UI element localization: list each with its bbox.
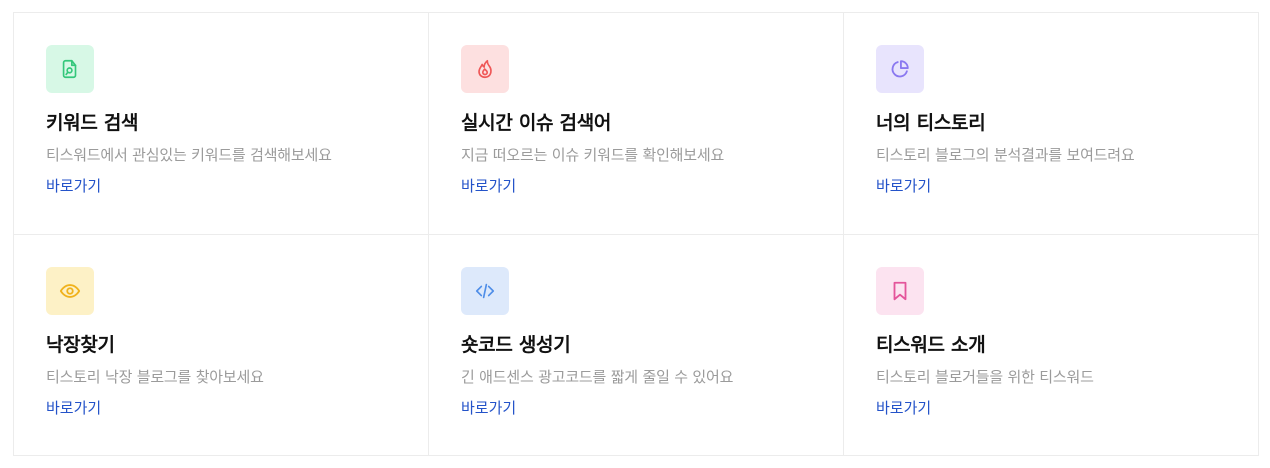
shortcut-link[interactable]: 바로가기 — [46, 398, 101, 418]
card-title: 숏코드 생성기 — [461, 334, 571, 356]
icon-box — [876, 45, 924, 93]
card-title: 티스워드 소개 — [876, 334, 986, 356]
eye-icon — [59, 284, 81, 298]
card-title: 키워드 검색 — [46, 112, 139, 134]
card-tisword-intro: 티스워드 소개 티스토리 블로거들을 위한 티스워드 바로가기 — [844, 235, 1258, 455]
icon-box — [461, 45, 509, 93]
card-description: 티스토리 블로거들을 위한 티스워드 — [876, 368, 1094, 386]
card-realtime-issues: 실시간 이슈 검색어 지금 떠오르는 이슈 키워드를 확인해보세요 바로가기 — [429, 13, 844, 235]
card-description: 티스토리 낙장 블로그를 찾아보세요 — [46, 368, 264, 386]
card-your-tistory: 너의 티스토리 티스토리 블로그의 분석결과를 보여드려요 바로가기 — [844, 13, 1258, 235]
fire-icon — [478, 59, 492, 79]
document-search-icon — [62, 59, 77, 79]
icon-box — [876, 267, 924, 315]
pie-chart-icon — [891, 60, 909, 78]
shortcut-link[interactable]: 바로가기 — [876, 176, 931, 196]
shortcut-link[interactable]: 바로가기 — [461, 176, 516, 196]
bookmark-icon — [893, 281, 907, 301]
feature-grid: 키워드 검색 티스워드에서 관심있는 키워드를 검색해보세요 바로가기 실시간 … — [13, 12, 1259, 456]
card-expired-finder: 낙장찾기 티스토리 낙장 블로그를 찾아보세요 바로가기 — [14, 235, 429, 455]
icon-box — [461, 267, 509, 315]
card-shortcode-generator: 숏코드 생성기 긴 애드센스 광고코드를 짧게 줄일 수 있어요 바로가기 — [429, 235, 844, 455]
card-description: 긴 애드센스 광고코드를 짧게 줄일 수 있어요 — [461, 368, 734, 386]
card-description: 티스워드에서 관심있는 키워드를 검색해보세요 — [46, 146, 332, 164]
card-title: 실시간 이슈 검색어 — [461, 112, 612, 134]
card-keyword-search: 키워드 검색 티스워드에서 관심있는 키워드를 검색해보세요 바로가기 — [14, 13, 429, 235]
code-icon — [475, 283, 495, 299]
card-description: 지금 떠오르는 이슈 키워드를 확인해보세요 — [461, 146, 725, 164]
shortcut-link[interactable]: 바로가기 — [461, 398, 516, 418]
shortcut-link[interactable]: 바로가기 — [876, 398, 931, 418]
icon-box — [46, 267, 94, 315]
card-title: 낙장찾기 — [46, 334, 115, 356]
shortcut-link[interactable]: 바로가기 — [46, 176, 101, 196]
card-title: 너의 티스토리 — [876, 112, 986, 134]
icon-box — [46, 45, 94, 93]
card-description: 티스토리 블로그의 분석결과를 보여드려요 — [876, 146, 1135, 164]
